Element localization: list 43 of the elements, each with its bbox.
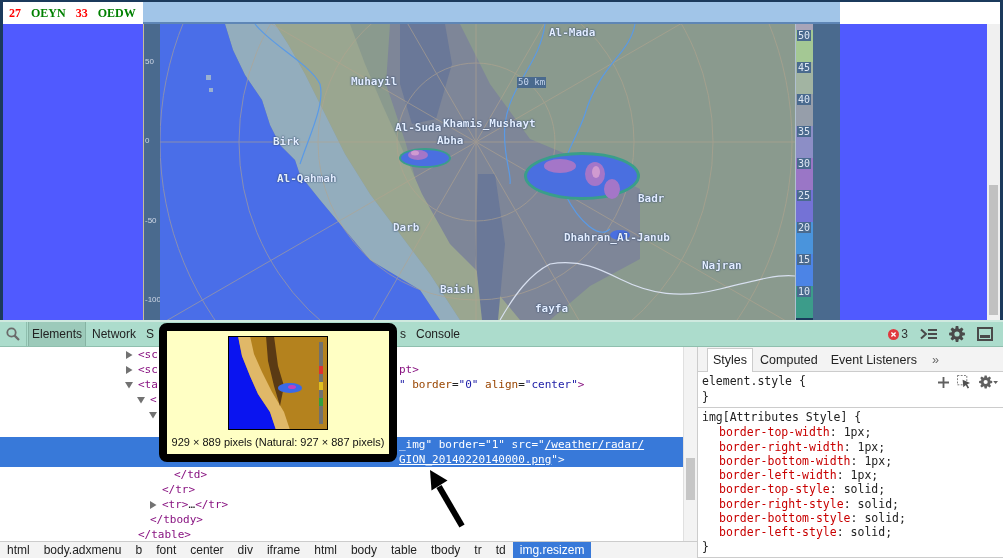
dom-code: <tr>…</tr>	[162, 497, 229, 512]
dom-code: _img" border="1" src="/weather/radar/	[399, 437, 645, 452]
station-code: 33	[75, 6, 88, 20]
place-label: Al-Mada	[549, 26, 596, 39]
legend-label: 20	[797, 222, 812, 233]
css-selector: img[Attributes Style] {	[702, 409, 862, 426]
dom-code: pt>	[399, 362, 419, 377]
legend-label: 25	[797, 190, 812, 201]
axis-tick-label: 0	[145, 136, 150, 146]
legend-label: 50	[797, 30, 812, 41]
css-selector: element.style {	[702, 374, 806, 390]
dom-code: <sc	[138, 347, 158, 362]
scale-label: 50 km	[517, 77, 547, 88]
legend-label: 30	[797, 158, 812, 169]
css-brace: }	[702, 389, 709, 404]
legend-label: 35	[797, 126, 812, 137]
axis-tick-label: -50	[145, 216, 157, 226]
place-label: Muhayil	[351, 75, 398, 88]
dom-code: <ta	[138, 377, 158, 392]
station-code: OEDW	[97, 6, 136, 20]
station-code: OEYN	[31, 6, 66, 20]
place-label: Badr	[638, 192, 665, 205]
dom-code: GION_20140220140000.png">	[399, 452, 565, 467]
axis-tick-label: 50	[145, 57, 154, 67]
dom-code: <	[150, 392, 157, 407]
legend-label: 15	[797, 254, 812, 265]
place-label: Khamis_Mushayt	[443, 117, 536, 130]
css-brace: }	[702, 539, 709, 554]
tooltip-caption: 929 × 889 pixels (Natural: 927 × 887 pixels)	[171, 435, 385, 449]
place-label: fayfa	[535, 302, 569, 315]
place-label: Al-Suda	[395, 121, 442, 134]
dom-code: <sc	[138, 362, 158, 377]
station-code: 27	[9, 6, 21, 20]
place-label: Birk	[273, 135, 300, 148]
place-label: Darb	[393, 221, 420, 234]
place-label: Najran	[702, 259, 742, 272]
legend-label: 40	[797, 94, 812, 105]
legend-label: 45	[797, 62, 812, 73]
place-label: Baish	[440, 283, 474, 296]
place-label: Abha	[437, 134, 464, 147]
dom-code: " border="0" align="center">	[399, 377, 585, 392]
legend-label: 10	[797, 286, 812, 297]
place-label: Dhahran_Al-Janub	[564, 231, 670, 244]
